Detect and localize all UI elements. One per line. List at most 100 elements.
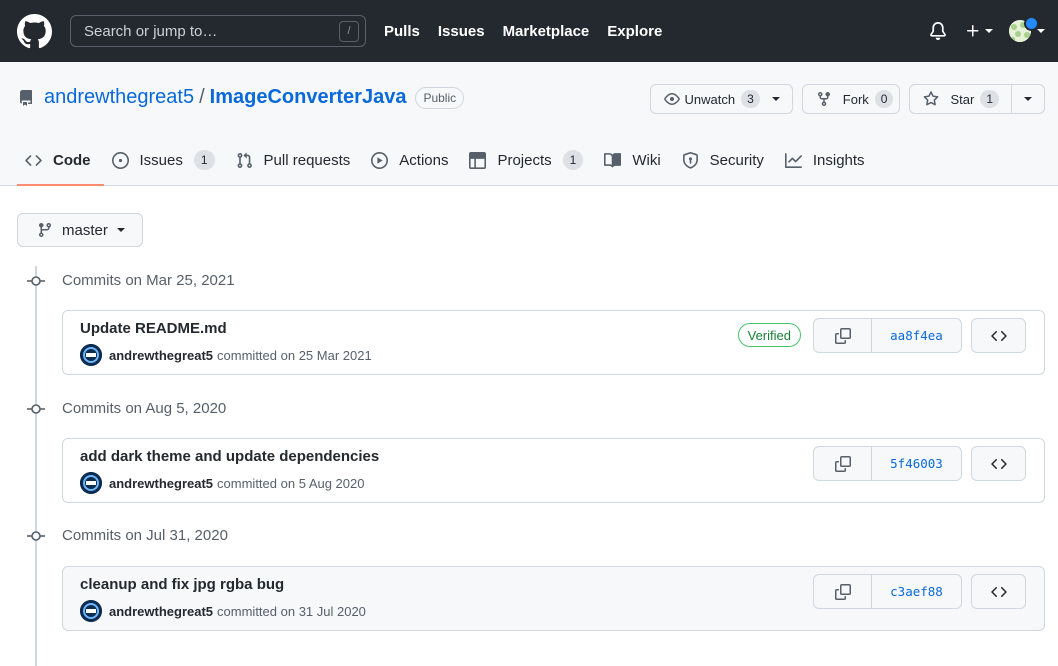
- nav-explore[interactable]: Explore: [607, 23, 662, 40]
- play-icon: [371, 151, 389, 169]
- visibility-badge: Public: [415, 86, 465, 109]
- code-icon: [990, 328, 1007, 344]
- star-icon: [923, 91, 939, 107]
- tab-label: Code: [53, 151, 91, 169]
- plus-icon: [965, 23, 981, 39]
- tab-actions[interactable]: Actions: [363, 136, 461, 186]
- commit-sha-link[interactable]: 5f46003: [872, 446, 962, 481]
- commit-author-link[interactable]: andrewthegreat5: [109, 476, 213, 491]
- projects-count: 1: [562, 150, 584, 170]
- commit-author-link[interactable]: andrewthegreat5: [109, 348, 213, 363]
- repo-name-link[interactable]: ImageConverterJava: [210, 86, 407, 109]
- chevron-down-icon: [116, 228, 125, 232]
- commit-message-link[interactable]: add dark theme and update dependencies: [80, 448, 379, 465]
- commit-row: cleanup and fix jpg rgba bug andrewthegr…: [62, 566, 1045, 631]
- create-new-dropdown[interactable]: [965, 23, 993, 39]
- code-icon: [990, 584, 1007, 600]
- repo-icon: [18, 89, 34, 106]
- tab-label: Wiki: [632, 151, 661, 169]
- chevron-down-icon: [1037, 29, 1045, 33]
- global-nav: Pulls Issues Marketplace Explore: [384, 23, 680, 40]
- branch-select-button[interactable]: master: [17, 213, 143, 247]
- commit-sha-link[interactable]: aa8f4ea: [872, 318, 962, 353]
- git-branch-icon: [37, 222, 53, 238]
- user-menu[interactable]: [1009, 16, 1045, 42]
- star-list-dropdown[interactable]: [1012, 84, 1045, 114]
- commit-date: committed on 31 Jul 2020: [217, 603, 366, 619]
- chevron-down-icon: [1024, 97, 1032, 101]
- copy-sha-button[interactable]: [813, 318, 872, 353]
- search-input[interactable]: Search or jump to… /: [70, 15, 366, 47]
- github-logo-icon[interactable]: [17, 13, 52, 49]
- browse-repo-at-commit-button[interactable]: [971, 318, 1026, 353]
- repo-forked-icon: [816, 91, 832, 107]
- git-pull-request-icon: [236, 152, 253, 169]
- copy-icon: [834, 327, 851, 344]
- copy-icon: [834, 455, 851, 472]
- commit-sha-link[interactable]: c3aef88: [872, 574, 962, 609]
- tab-code[interactable]: Code: [17, 136, 104, 186]
- code-icon: [990, 456, 1007, 472]
- tab-security[interactable]: Security: [674, 136, 777, 186]
- commit-message-link[interactable]: cleanup and fix jpg rgba bug: [80, 576, 284, 593]
- search-shortcut-key: /: [339, 20, 359, 42]
- watchers-count: 3: [741, 90, 760, 108]
- nav-issues[interactable]: Issues: [438, 23, 485, 40]
- tab-label: Issues: [139, 151, 183, 169]
- table-icon: [469, 151, 487, 169]
- graph-icon: [784, 152, 802, 169]
- commit-group-heading: Commits on Mar 25, 2021: [27, 272, 235, 289]
- tab-projects[interactable]: Projects 1: [461, 136, 596, 186]
- star-button-group: Star 1: [909, 84, 1045, 114]
- eye-icon: [663, 91, 680, 107]
- tab-label: Insights: [812, 151, 865, 169]
- commit-sha-group: 5f46003: [813, 446, 962, 481]
- repo-owner-link[interactable]: andrewthegreat5: [44, 86, 194, 109]
- book-icon: [604, 152, 622, 169]
- commit-message-link[interactable]: Update README.md: [80, 320, 227, 337]
- commit-meta: andrewthegreat5 committed on 25 Mar 2021: [80, 344, 372, 366]
- tab-issues[interactable]: Issues 1: [104, 136, 228, 186]
- stars-count: 1: [980, 90, 999, 108]
- timeline-line: [35, 266, 37, 666]
- tab-wiki[interactable]: Wiki: [596, 136, 673, 186]
- nav-marketplace[interactable]: Marketplace: [503, 23, 590, 40]
- copy-sha-button[interactable]: [813, 446, 872, 481]
- commit-row: add dark theme and update dependencies a…: [62, 438, 1045, 503]
- commit-sha-group: c3aef88: [813, 574, 962, 609]
- chevron-down-icon: [985, 29, 993, 33]
- tab-label: Projects: [497, 151, 552, 169]
- commit-group-date: Commits on Jul 31, 2020: [62, 527, 228, 544]
- browse-repo-at-commit-button[interactable]: [971, 446, 1026, 481]
- copy-icon: [834, 583, 851, 600]
- repo-actions: Unwatch 3 Fork 0 Star 1: [641, 84, 1045, 114]
- code-icon: [25, 152, 42, 169]
- verified-badge[interactable]: Verified: [737, 323, 801, 347]
- tab-pull-requests[interactable]: Pull requests: [228, 136, 364, 186]
- star-button[interactable]: Star 1: [909, 84, 1012, 114]
- commit-group-heading: Commits on Aug 5, 2020: [27, 400, 226, 417]
- chevron-down-icon: [771, 97, 780, 101]
- avatar[interactable]: [80, 472, 102, 494]
- browse-repo-at-commit-button[interactable]: [971, 574, 1026, 609]
- forks-count: 0: [874, 90, 894, 108]
- unwatch-button[interactable]: Unwatch 3: [649, 84, 793, 114]
- bell-icon[interactable]: [929, 22, 947, 40]
- issue-opened-icon: [111, 151, 129, 169]
- fork-button[interactable]: Fork 0: [801, 84, 901, 114]
- avatar[interactable]: [80, 344, 102, 366]
- unwatch-label: Unwatch: [684, 91, 736, 107]
- issues-count: 1: [193, 150, 215, 170]
- tab-label: Actions: [399, 151, 449, 169]
- commit-meta: andrewthegreat5 committed on 5 Aug 2020: [80, 472, 364, 494]
- commit-group-date: Commits on Mar 25, 2021: [62, 272, 235, 289]
- copy-sha-button[interactable]: [813, 574, 872, 609]
- star-label: Star: [950, 91, 975, 107]
- commit-author-link[interactable]: andrewthegreat5: [109, 604, 213, 619]
- avatar[interactable]: [80, 600, 102, 622]
- nav-pulls[interactable]: Pulls: [384, 23, 420, 40]
- tab-insights[interactable]: Insights: [777, 136, 878, 186]
- tab-label: Security: [709, 151, 764, 169]
- header-user-area: [929, 0, 1045, 62]
- commit-date: committed on 25 Mar 2021: [217, 347, 372, 363]
